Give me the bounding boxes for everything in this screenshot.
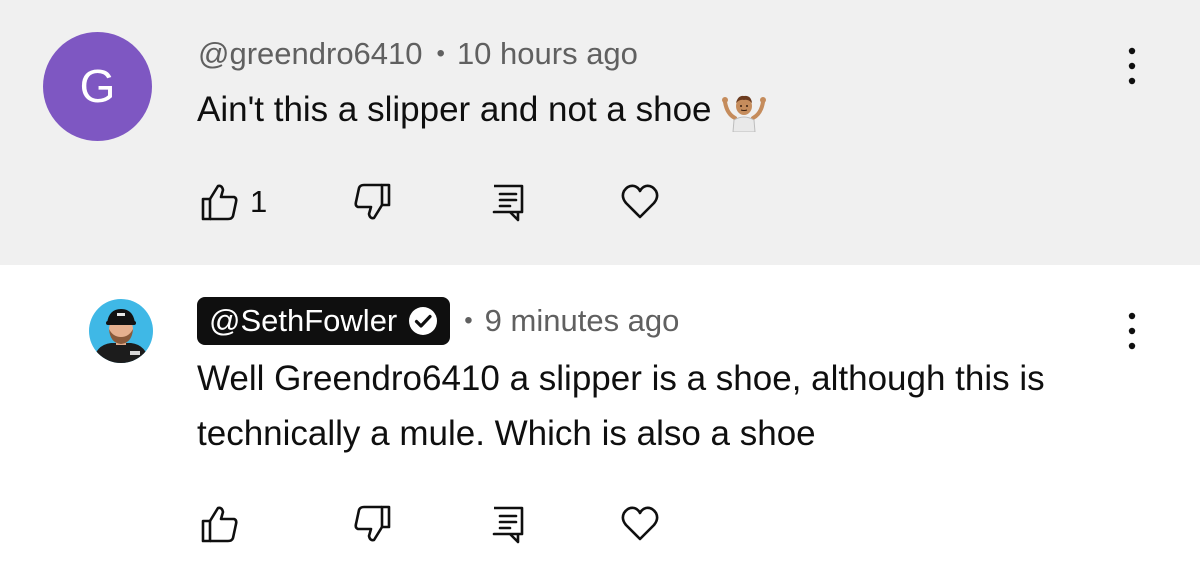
comment-actions	[0, 498, 1200, 548]
dislike-button[interactable]	[352, 182, 392, 222]
thumbs-up-icon	[201, 506, 238, 543]
separator-dot: •	[436, 40, 445, 67]
like-button[interactable]	[200, 182, 240, 222]
thumbs-up-icon	[201, 184, 238, 221]
reply-button[interactable]	[488, 182, 528, 222]
more-actions-button[interactable]	[1122, 44, 1142, 88]
comment-body: Ain't this a slipper and not a shoe	[197, 82, 766, 137]
avatar-letter: G	[79, 60, 116, 112]
comment-body: Well Greendro6410 a slipper is a shoe, a…	[197, 351, 1157, 461]
heart-icon	[621, 184, 659, 219]
comment-timestamp[interactable]: 10 hours ago	[457, 36, 638, 72]
comment-actions: 1	[0, 176, 1200, 226]
avatar[interactable]: G	[43, 32, 152, 141]
comment-timestamp[interactable]: 9 minutes ago	[485, 303, 680, 339]
comment-thread-item: @SethFowler • 9 minutes ago Well Greendr…	[0, 265, 1200, 562]
comment-header: @SethFowler • 9 minutes ago	[197, 297, 680, 345]
like-button[interactable]	[200, 504, 240, 544]
reply-button[interactable]	[488, 504, 528, 544]
avatar[interactable]	[89, 299, 153, 363]
reply-icon	[492, 506, 524, 544]
heart-icon	[621, 506, 659, 541]
thumbs-down-icon	[354, 505, 391, 542]
comment-thread-item: G @greendro6410 • 10 hours ago Ain't thi…	[0, 0, 1200, 265]
more-vertical-icon	[1128, 312, 1136, 350]
more-actions-button[interactable]	[1122, 309, 1142, 353]
heart-button[interactable]	[620, 182, 660, 222]
comment-text: Ain't this a slipper and not a shoe	[197, 90, 712, 129]
verified-check-icon	[409, 307, 438, 335]
comment-text: Well Greendro6410 a slipper is a shoe, a…	[197, 359, 1045, 453]
creator-badge[interactable]: @SethFowler	[197, 297, 451, 345]
reply-icon	[492, 184, 524, 222]
dislike-button[interactable]	[352, 504, 392, 544]
shrug-person-emoji	[721, 92, 766, 132]
thumbs-down-icon	[354, 183, 391, 220]
separator-dot: •	[464, 307, 473, 334]
like-count: 1	[250, 184, 268, 219]
creator-avatar-image	[89, 299, 153, 363]
heart-button[interactable]	[620, 504, 660, 544]
comment-header: @greendro6410 • 10 hours ago	[198, 34, 638, 74]
more-vertical-icon	[1128, 47, 1136, 85]
author-handle[interactable]: @greendro6410	[198, 36, 423, 72]
author-handle: @SethFowler	[209, 303, 398, 338]
